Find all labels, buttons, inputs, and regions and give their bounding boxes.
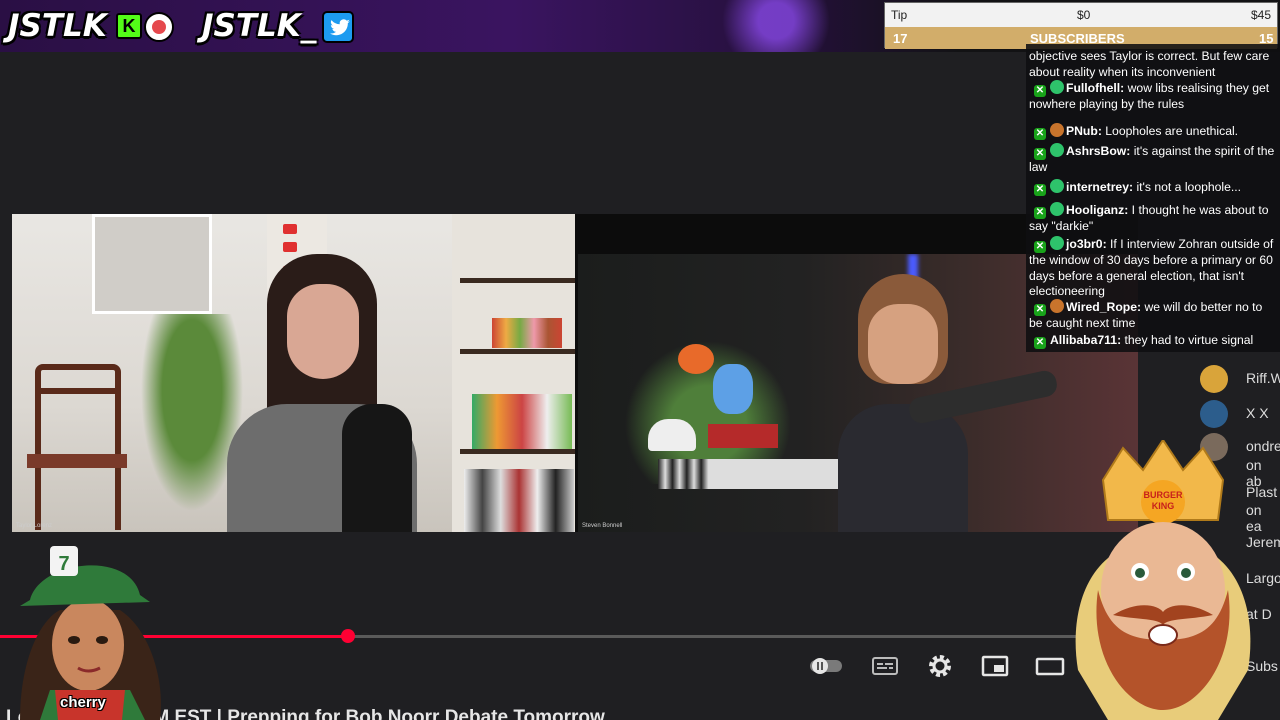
yt-chat-avatar: [1200, 365, 1228, 393]
moderator-badge-icon: ✕: [1034, 184, 1046, 196]
settings-gear-icon[interactable]: [926, 652, 960, 680]
chat-message: ✕ jo3br0: If I interview Zohran outside o…: [1029, 236, 1279, 300]
stream-screen: JSTLK K JSTLK_ Tip $0 $45 17 SUBSCRIBERS…: [0, 0, 1280, 720]
moderator-badge-icon: ✕: [1034, 148, 1046, 160]
chat-message: ✕ PNub: Loopholes are unethical.: [1029, 123, 1279, 140]
yt-chat-avatar: [1200, 400, 1228, 428]
chat-username: Fullofhell:: [1066, 81, 1128, 95]
tip-label: Tip: [891, 8, 908, 22]
svg-text:BURGER: BURGER: [1143, 490, 1183, 500]
chat-username: Wired_Rope:: [1066, 300, 1145, 314]
keyboard: [658, 459, 838, 489]
microphone: [342, 404, 412, 532]
user-avatar-icon: [1050, 202, 1064, 216]
twitter-handle: JSTLK_: [202, 8, 317, 44]
miniplayer-icon[interactable]: [980, 652, 1014, 680]
chat-message: ✕ Fullofhell: wow libs realising they get…: [1029, 80, 1279, 113]
yt-chat-text: X X: [1246, 405, 1269, 421]
chat-text: they had to virtue signal: [1124, 333, 1254, 347]
chat-username: AshrsBow:: [1066, 144, 1134, 158]
tip-start: $0: [1077, 8, 1091, 22]
chat-message: ✕ AshrsBow: it's against the spirit of th…: [1029, 143, 1279, 176]
moderator-badge-icon: ✕: [1034, 241, 1046, 253]
subtitles-icon[interactable]: [870, 652, 904, 680]
video-player[interactable]: Taylor Lorenz Steven Bonnell: [12, 214, 1138, 532]
book-stack: [708, 424, 778, 448]
goal-widget: Tip $0 $45 17 SUBSCRIBERS 15: [884, 2, 1278, 49]
camera-feed-left: Taylor Lorenz: [12, 214, 575, 532]
mushroom-lamp: [678, 344, 714, 374]
bookshelf: [452, 214, 575, 532]
user-avatar-icon: [1050, 179, 1064, 193]
moderator-badge-icon: ✕: [1034, 337, 1046, 349]
cap-logo: 7: [58, 553, 69, 575]
tip-end: $45: [1251, 8, 1272, 22]
chat-username: Allibaba711:: [1050, 333, 1125, 347]
moderator-badge-icon: ✕: [1034, 304, 1046, 316]
autoplay-toggle[interactable]: [808, 652, 842, 680]
chat-message: ✕ Wired_Rope: we will do better no to be …: [1029, 299, 1279, 332]
tip-goal-row: Tip $0 $45: [885, 3, 1277, 25]
moderator-badge-icon: ✕: [1034, 207, 1046, 219]
twitter-bird-icon: [322, 11, 354, 43]
chat-message: ✕ internetrey: it's not a loophole...: [1029, 179, 1279, 196]
chat-text: Loopholes are unethical.: [1105, 124, 1239, 138]
burger-king-mascot: BURGER KING: [1075, 440, 1251, 720]
svg-text:KING: KING: [1152, 501, 1175, 511]
caption-left: Taylor Lorenz: [16, 523, 53, 529]
cherry-mascot-avatar: 7: [20, 546, 161, 720]
theater-mode-icon[interactable]: [1034, 652, 1068, 680]
chat-text: it's not a loophole...: [1136, 180, 1242, 194]
chat-message: ✕ Hooliganz: I thought he was about to sa…: [1029, 202, 1279, 235]
chat-text: we will do better no to be caught next t…: [1029, 300, 1263, 330]
scrubber-handle[interactable]: [341, 629, 356, 643]
user-avatar-icon: [1050, 143, 1064, 157]
stream-chat-overlay: objective sees Taylor is correct. But fe…: [1026, 44, 1280, 352]
chat-message: objective sees Taylor is correct. But fe…: [1029, 49, 1279, 80]
user-avatar-icon: [1050, 299, 1064, 313]
caption-right: Steven Bonnell: [582, 523, 623, 529]
white-cap: [648, 419, 696, 451]
chat-username: jo3br0:: [1066, 237, 1111, 251]
chat-username: internetrey:: [1066, 180, 1137, 194]
live-record-icon: [144, 12, 174, 42]
chat-message: ✕ Allibaba711: they had to virtue signal: [1029, 333, 1279, 349]
user-avatar-icon: [1050, 80, 1064, 94]
user-avatar-icon: [1050, 236, 1064, 250]
kick-handle: JSTLK: [8, 8, 107, 44]
chat-username: PNub:: [1066, 124, 1106, 138]
user-avatar-icon: [1050, 123, 1064, 137]
blue-plush: [713, 364, 753, 414]
moderator-badge-icon: ✕: [1034, 128, 1046, 140]
chat-text: I thought he was about to say "darkie": [1029, 203, 1269, 233]
wooden-chair: [27, 364, 127, 532]
subs-left: 17: [893, 31, 908, 46]
moderator-badge-icon: ✕: [1034, 85, 1046, 97]
kick-logo-icon: K: [116, 13, 142, 39]
chat-username: Hooliganz:: [1066, 203, 1132, 217]
banner-sparkle: [720, 0, 860, 52]
wall-art: [92, 214, 212, 314]
chat-text: objective sees Taylor is correct. But fe…: [1029, 49, 1270, 79]
mascot-name-label: cherry: [60, 694, 106, 711]
yt-chat-text: Riff.W: [1246, 370, 1280, 386]
